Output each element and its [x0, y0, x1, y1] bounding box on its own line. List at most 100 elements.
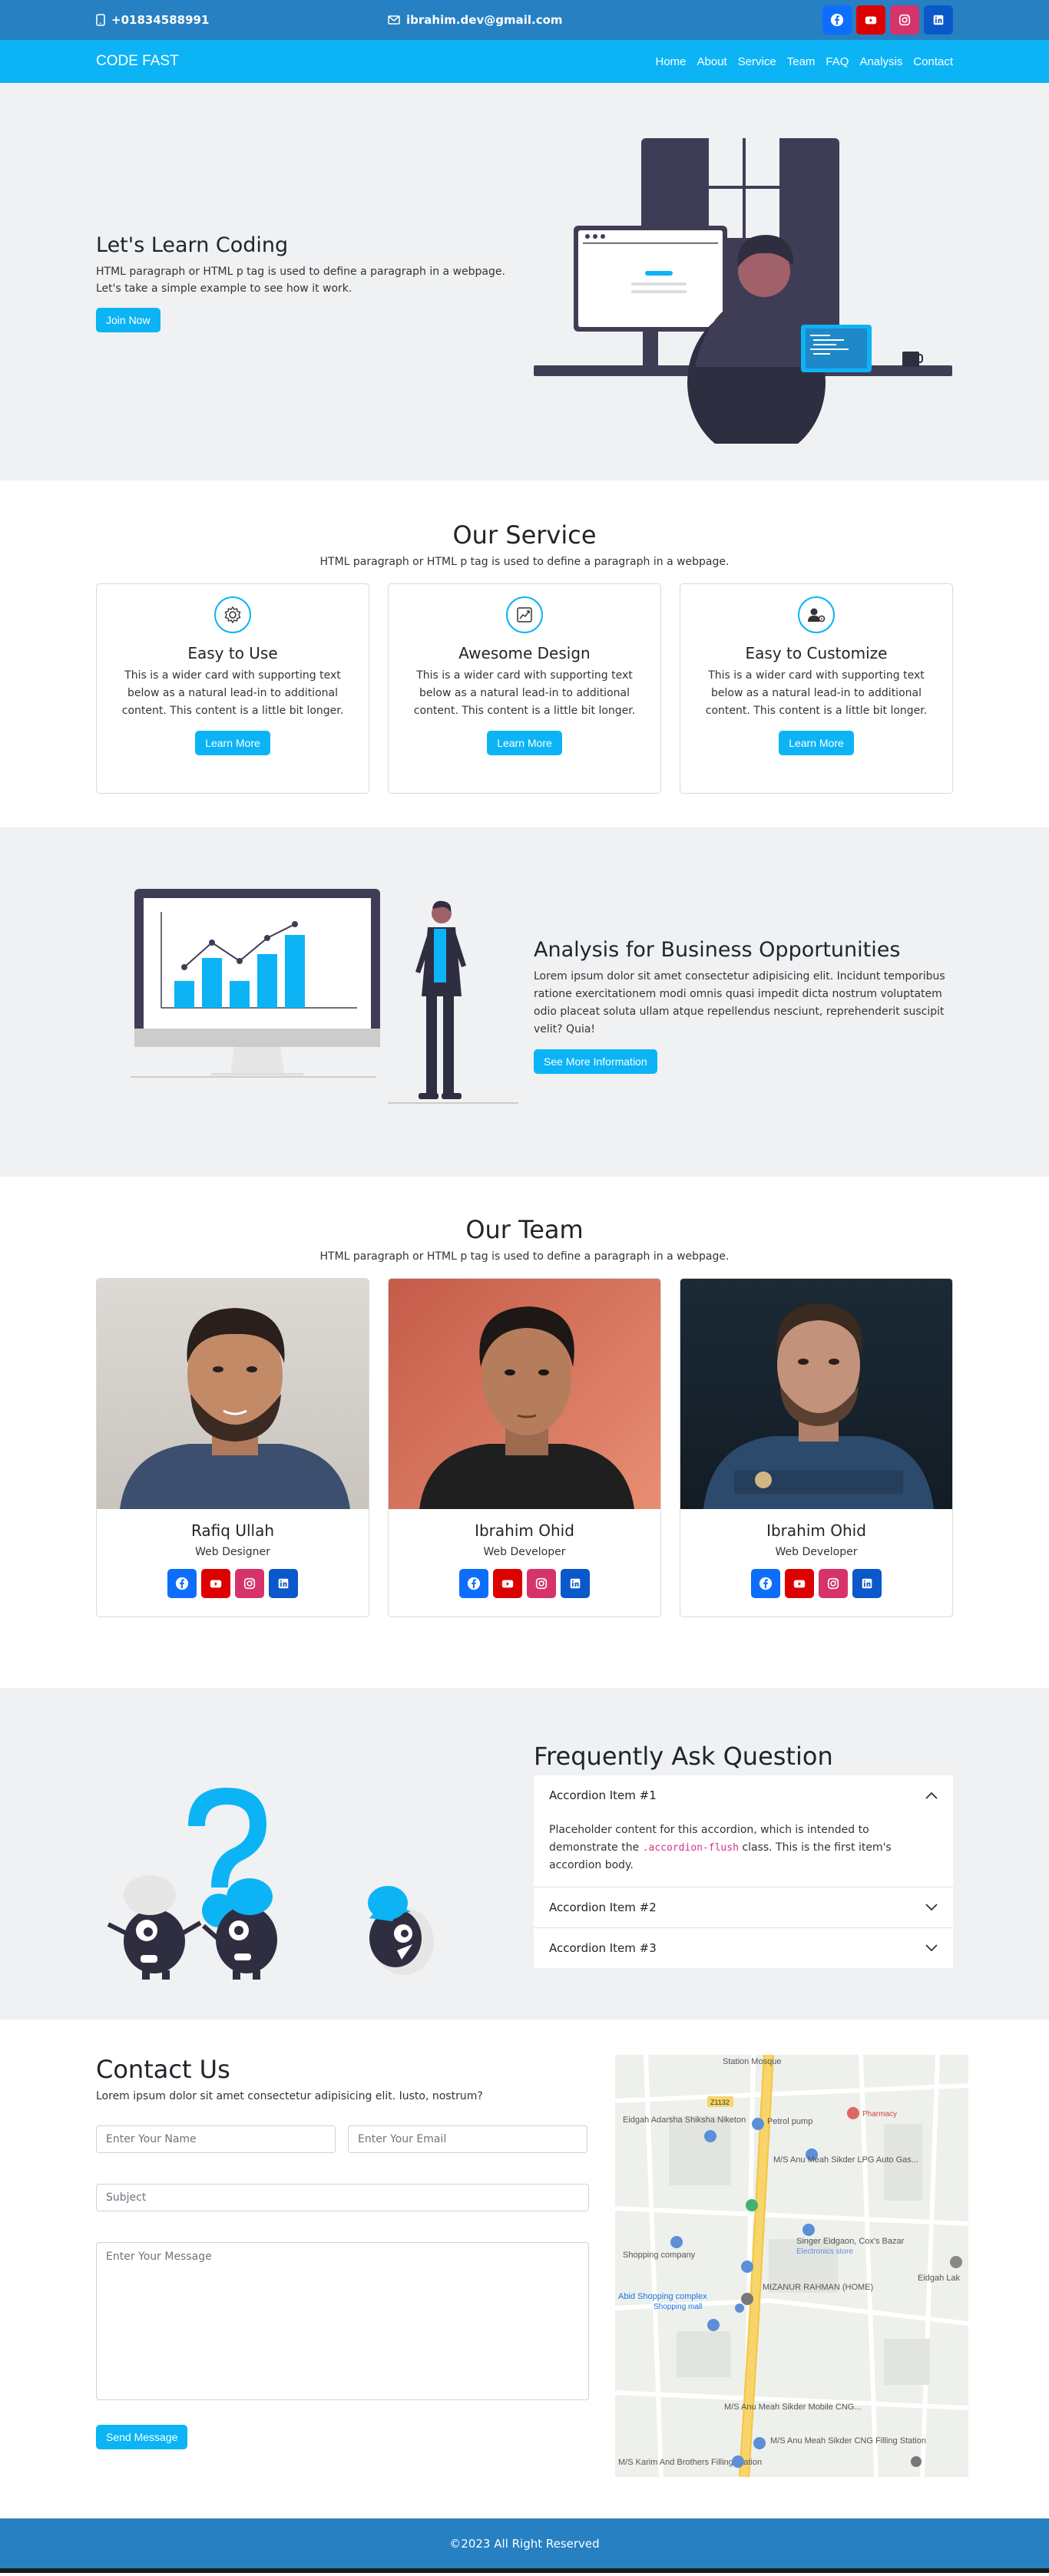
learn-more-button[interactable]: Learn More: [779, 731, 854, 755]
member-photo: [389, 1279, 660, 1509]
instagram-icon: [243, 1577, 256, 1590]
accordion-header[interactable]: Accordion Item #3: [534, 1928, 953, 1968]
linkedin-icon: [570, 1578, 581, 1589]
card-title: Awesome Design: [458, 644, 591, 662]
learn-more-button[interactable]: Learn More: [487, 731, 562, 755]
youtube-icon: [865, 16, 877, 25]
gear-icon: [214, 596, 251, 633]
member-name: Ibrahim Ohid: [475, 1521, 574, 1540]
hero-title: Let's Learn Coding: [96, 233, 289, 257]
brand-logo[interactable]: CODE FAST: [96, 53, 179, 70]
phone-number: +01834588991: [111, 13, 210, 27]
accordion-item: Accordion Item #2: [534, 1887, 953, 1928]
map-label: Shopping mall: [654, 2303, 702, 2311]
member-name: Rafiq Ullah: [190, 1521, 275, 1540]
instagram-button[interactable]: [527, 1569, 556, 1598]
facebook-icon: [830, 13, 844, 27]
instagram-button[interactable]: [235, 1569, 264, 1598]
coding-illustration: [534, 138, 952, 444]
learn-more-button[interactable]: Learn More: [195, 731, 270, 755]
team-card: Ibrahim Ohid Web Developer: [680, 1278, 953, 1617]
map-label: M/S Anu Meah Sikder LPG Auto Gas...: [773, 2155, 918, 2165]
subject-input[interactable]: Subject: [96, 2184, 589, 2211]
youtube-button[interactable]: [856, 5, 885, 35]
member-role: Web Developer: [483, 1546, 566, 1558]
hero-text: HTML paragraph or HTML p tag is used to …: [96, 266, 505, 295]
hero-content: Let's Learn Coding HTML paragraph or HTM…: [96, 233, 526, 332]
email-input[interactable]: Enter Your Email: [348, 2125, 587, 2153]
youtube-icon: [210, 1580, 222, 1588]
member-social-links: [97, 1569, 369, 1598]
member-role: Web Developer: [775, 1546, 858, 1558]
hero-section: Let's Learn Coding HTML paragraph or HTM…: [0, 83, 1049, 481]
chevron-up-icon: [925, 1792, 938, 1799]
send-message-button[interactable]: Send Message: [96, 2425, 188, 2449]
service-subtitle: HTML paragraph or HTML p tag is used to …: [319, 556, 730, 568]
faq-content: Frequently Ask Question Accordion Item #…: [534, 1742, 953, 1968]
team-card: Ibrahim Ohid Web Developer: [388, 1278, 661, 1617]
message-textarea[interactable]: Enter Your Message: [96, 2242, 589, 2400]
instagram-button[interactable]: [819, 1569, 848, 1598]
map-label: M/S Anu Meah Sikder CNG Filling Station: [770, 2436, 926, 2446]
nav-link-about[interactable]: About: [697, 55, 727, 68]
contact-text: Lorem ipsum dolor sit amet consectetur a…: [96, 2090, 483, 2102]
service-section: Our Service HTML paragraph or HTML p tag…: [0, 481, 1049, 827]
location-map[interactable]: Z1132 Station Mosque Eidgah Adarsha Shik…: [615, 2055, 968, 2477]
member-photo: [97, 1279, 369, 1509]
envelope-icon: [388, 15, 400, 25]
map-label: M/S Anu Meah Sikder Mobile CNG...: [724, 2403, 862, 2412]
facebook-button[interactable]: [167, 1569, 197, 1598]
analysis-text: Lorem ipsum dolor sit amet consectetur a…: [534, 970, 945, 1035]
nav-link-service[interactable]: Service: [738, 55, 776, 68]
instagram-button[interactable]: [890, 5, 919, 35]
copyright-text: ©2023 All Right Reserved: [449, 2536, 600, 2551]
see-more-information-button[interactable]: See More Information: [534, 1049, 657, 1074]
nav-link-contact[interactable]: Contact: [913, 55, 953, 68]
linkedin-button[interactable]: [561, 1569, 590, 1598]
card-text: This is a wider card with supporting tex…: [413, 669, 636, 717]
faq-title: Frequently Ask Question: [534, 1742, 833, 1771]
team-title: Our Team: [465, 1215, 584, 1244]
accordion-item: Accordion Item #3: [534, 1928, 953, 1968]
linkedin-button[interactable]: [924, 5, 953, 35]
contact-form: Contact Us Lorem ipsum dolor sit amet co…: [96, 2055, 589, 2449]
top-bar: +01834588991 ibrahim.dev@gmail.com: [0, 0, 1049, 40]
nav-link-analysis[interactable]: Analysis: [859, 55, 902, 68]
accordion-header[interactable]: Accordion Item #2: [534, 1887, 953, 1927]
map-label: Singer Eidgaon, Cox's Bazar: [796, 2237, 905, 2246]
facebook-button[interactable]: [822, 5, 852, 35]
team-section: Our Team HTML paragraph or HTML p tag is…: [0, 1177, 1049, 1688]
faq-section: Frequently Ask Question Accordion Item #…: [0, 1688, 1049, 2020]
nav-link-home[interactable]: Home: [655, 55, 686, 68]
service-cards: Easy to Use This is a wider card with su…: [96, 583, 953, 794]
facebook-button[interactable]: [751, 1569, 780, 1598]
analysis-content: Analysis for Business Opportunities Lore…: [534, 938, 953, 1074]
linkedin-button[interactable]: [852, 1569, 882, 1598]
linkedin-icon: [862, 1578, 872, 1589]
service-title: Our Service: [452, 520, 597, 550]
footer: ©2023 All Right Reserved: [0, 2518, 1049, 2568]
map-label: Station Mosque: [723, 2057, 781, 2066]
map-label: Eidgah Adarsha Shiksha Niketon: [623, 2115, 746, 2125]
faq-illustration: [107, 1788, 434, 1980]
youtube-button[interactable]: [201, 1569, 230, 1598]
member-social-links: [680, 1569, 952, 1598]
instagram-icon: [827, 1577, 839, 1590]
linkedin-button[interactable]: [269, 1569, 298, 1598]
name-input[interactable]: Enter Your Name: [96, 2125, 336, 2153]
youtube-button[interactable]: [785, 1569, 814, 1598]
analysis-illustration: [131, 889, 518, 1104]
nav-link-faq[interactable]: FAQ: [826, 55, 849, 68]
facebook-button[interactable]: [459, 1569, 488, 1598]
map-label: Z1132: [710, 2099, 730, 2106]
accordion-item: Accordion Item #1 Placeholder content fo…: [534, 1775, 953, 1887]
accordion-header[interactable]: Accordion Item #1: [534, 1775, 953, 1815]
accordion-body-code: .accordion-flush: [642, 1842, 739, 1854]
map-label: Petrol pump: [767, 2117, 812, 2126]
facebook-icon: [175, 1577, 189, 1590]
youtube-button[interactable]: [493, 1569, 522, 1598]
linkedin-icon: [933, 15, 944, 25]
nav-link-team[interactable]: Team: [787, 55, 816, 68]
join-now-button[interactable]: Join Now: [96, 308, 160, 332]
card-text: This is a wider card with supporting tex…: [121, 669, 344, 717]
